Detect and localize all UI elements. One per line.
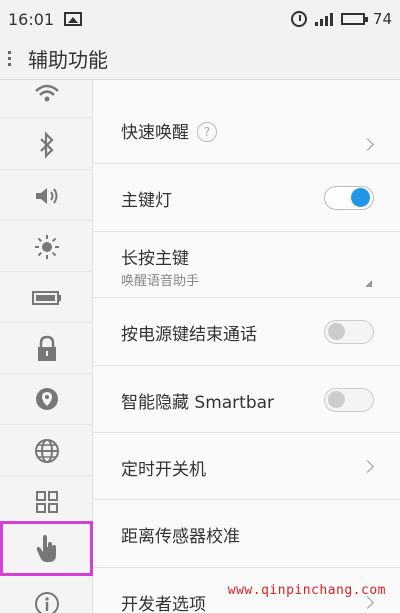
smart-hide-smartbar-toggle[interactable] (324, 388, 374, 412)
battery-icon (31, 290, 61, 305)
setting-value: 唤醒语音助手 (121, 274, 200, 289)
status-icons: 74 (290, 10, 392, 28)
setting-quick-wake[interactable]: 快速唤醒? (93, 94, 400, 164)
status-time: 16:01 (8, 9, 55, 29)
bluetooth-icon (39, 130, 54, 159)
globe-icon (34, 438, 59, 463)
hand-pointer-icon (36, 534, 56, 562)
setting-proximity-calibration[interactable]: 距离传感器校准 (93, 500, 400, 568)
help-icon[interactable]: ? (197, 122, 217, 142)
chevron-right-icon (361, 596, 374, 609)
lock-icon (37, 335, 56, 361)
chevron-right-icon (361, 138, 374, 151)
home-key-light-toggle[interactable] (324, 186, 374, 210)
setting-label: 开发者选项 (121, 595, 206, 613)
setting-scheduled-power[interactable]: 定时开关机 (93, 433, 400, 500)
sidebar-item-bluetooth[interactable] (0, 120, 93, 170)
setting-power-end-call[interactable]: 按电源键结束通话 (93, 298, 400, 366)
setting-label: 按电源键结束通话 (121, 325, 257, 345)
battery-level: 74 (372, 10, 392, 28)
wifi-icon (34, 84, 59, 101)
chevron-right-icon (361, 460, 374, 473)
menu-icon[interactable] (0, 51, 22, 66)
setting-label: 定时开关机 (121, 460, 206, 480)
setting-label: 距离传感器校准 (121, 527, 240, 547)
battery-status-icon (340, 13, 368, 25)
sidebar-item-wifi[interactable] (0, 68, 93, 118)
sidebar-item-about[interactable] (0, 579, 93, 613)
setting-label: 快速唤醒? (121, 118, 217, 143)
dropdown-indicator-icon (365, 280, 372, 287)
location-icon (35, 387, 58, 410)
sidebar-item-apps[interactable] (0, 477, 93, 527)
accessibility-settings-list: 快速唤醒? 主键灯 长按主键 唤醒语音助手 按电源键结束通话 智能隐藏 Smar… (93, 80, 400, 613)
info-icon (34, 592, 59, 613)
power-end-call-toggle[interactable] (324, 320, 374, 344)
setting-home-key-light[interactable]: 主键灯 (93, 164, 400, 232)
apps-grid-icon (35, 490, 58, 513)
sidebar-item-security[interactable] (0, 324, 93, 374)
sidebar-item-location[interactable] (0, 375, 93, 425)
setting-smart-hide-smartbar[interactable]: 智能隐藏 Smartbar (93, 366, 400, 433)
setting-label: 长按主键 (121, 249, 189, 269)
setting-long-press-home[interactable]: 长按主键 唤醒语音助手 (93, 232, 400, 298)
sidebar-item-display[interactable] (0, 222, 93, 272)
sidebar-item-sound[interactable] (0, 171, 93, 221)
alarm-icon (290, 11, 307, 27)
brightness-icon (34, 234, 59, 259)
volume-icon (35, 187, 57, 204)
settings-sidebar (0, 80, 93, 613)
setting-label: 智能隐藏 Smartbar (121, 393, 275, 413)
status-bar: 16:01 74 (0, 0, 400, 38)
watermark: www.qinpinchang.com (227, 583, 386, 598)
signal-icon (314, 12, 333, 26)
sidebar-item-battery[interactable] (0, 273, 93, 323)
setting-label: 主键灯 (121, 191, 172, 211)
sidebar-item-language[interactable] (0, 426, 93, 476)
image-notification-icon (64, 12, 83, 26)
sidebar-item-accessibility[interactable] (0, 521, 93, 576)
